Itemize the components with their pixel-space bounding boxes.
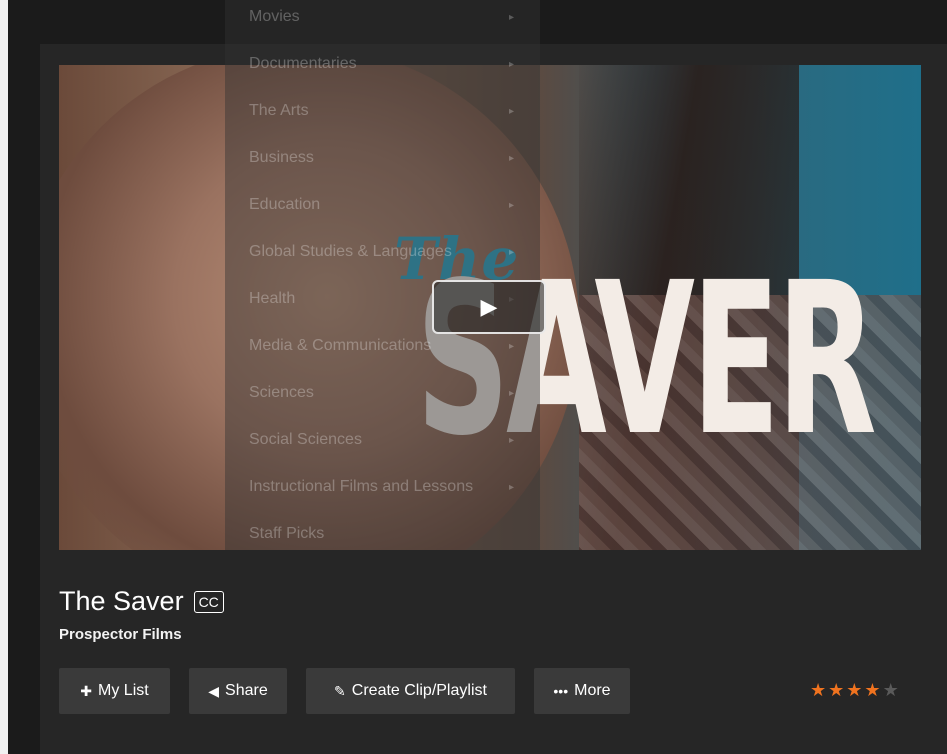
ellipsis-icon: •••: [553, 683, 569, 699]
menu-item[interactable]: Business: [249, 149, 314, 167]
plus-icon: ✚: [80, 682, 93, 699]
chevron-right-icon: ▸: [509, 247, 515, 258]
cc-badge[interactable]: CC: [193, 590, 224, 613]
chevron-right-icon: ▸: [509, 106, 515, 117]
chevron-right-icon: ▸: [509, 435, 515, 446]
category-menu: [225, 0, 540, 550]
star-icon[interactable]: ★: [864, 681, 880, 699]
star-icon[interactable]: ★: [828, 681, 844, 699]
menu-item[interactable]: Social Sciences: [249, 431, 362, 449]
my-list-button[interactable]: ✚ My List: [59, 668, 170, 714]
window-edge: [0, 0, 8, 754]
chevron-right-icon: ▸: [509, 59, 515, 70]
video-title: The Saver: [59, 586, 184, 616]
menu-item[interactable]: Sciences: [249, 384, 314, 402]
star-icon[interactable]: ★: [810, 681, 826, 699]
menu-item[interactable]: Instructional Films and Lessons: [249, 478, 473, 496]
star-icon[interactable]: ★: [883, 681, 899, 699]
create-clip-label: Create Clip/Playlist: [351, 682, 487, 699]
more-label: More: [574, 682, 611, 699]
share-icon: ◀: [208, 682, 220, 699]
chevron-right-icon: ▸: [509, 153, 515, 164]
my-list-label: My List: [98, 682, 149, 699]
menu-item[interactable]: Global Studies & Languages: [249, 243, 452, 261]
chevron-right-icon: ▸: [509, 388, 515, 399]
play-button[interactable]: ▶: [432, 280, 546, 334]
menu-item[interactable]: Documentaries: [249, 55, 357, 73]
menu-item[interactable]: Health: [249, 290, 295, 308]
chevron-right-icon: ▸: [509, 482, 515, 493]
play-icon: ▶: [480, 294, 498, 319]
menu-item[interactable]: The Arts: [249, 102, 309, 120]
more-button[interactable]: ••• More: [534, 668, 630, 714]
chevron-right-icon: ▸: [509, 200, 515, 211]
chevron-right-icon: ▸: [509, 12, 515, 23]
share-button[interactable]: ◀ Share: [189, 668, 287, 714]
star-rating[interactable]: ★ ★ ★ ★ ★: [810, 681, 899, 699]
share-label: Share: [225, 682, 268, 699]
menu-item[interactable]: Media & Communications: [249, 337, 431, 355]
title-row: The Saver CC: [59, 586, 224, 617]
star-icon[interactable]: ★: [846, 681, 862, 699]
chevron-right-icon: ▸: [509, 341, 515, 352]
create-clip-button[interactable]: ✎ Create Clip/Playlist: [306, 668, 515, 714]
edit-icon: ✎: [334, 682, 346, 699]
producer-link[interactable]: Prospector Films: [59, 626, 182, 643]
menu-item[interactable]: Staff Picks: [249, 525, 324, 543]
menu-item[interactable]: Movies: [249, 8, 300, 26]
menu-item[interactable]: Education: [249, 196, 320, 214]
